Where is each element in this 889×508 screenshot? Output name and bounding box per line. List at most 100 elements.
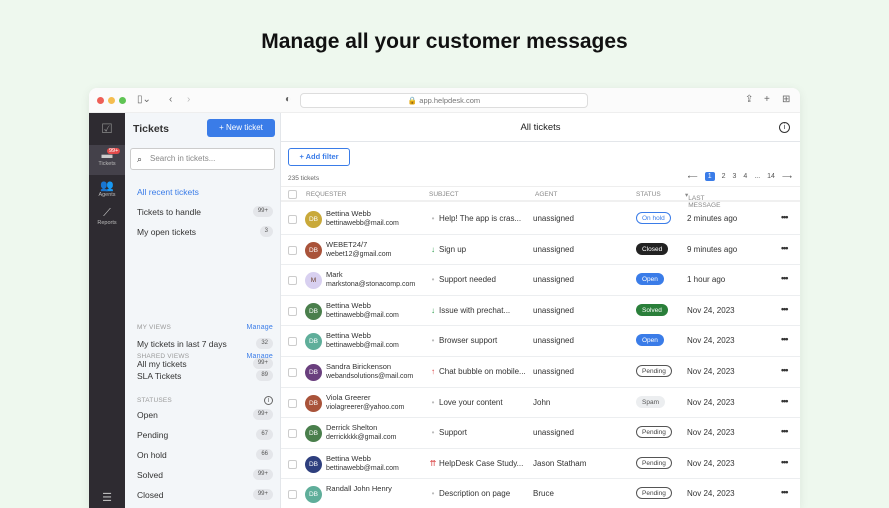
page-button[interactable]: 3 xyxy=(733,173,737,180)
more-options-icon[interactable]: ••• xyxy=(781,396,787,406)
sidebar-item-status[interactable]: Open99+ xyxy=(137,409,267,421)
table-row[interactable]: DB Bettina Webb bettinawebb@mail.com ⇈ H… xyxy=(281,449,800,480)
page-title: All tickets xyxy=(281,113,800,142)
next-page-icon[interactable]: ⟶ xyxy=(782,173,792,181)
row-checkbox[interactable] xyxy=(288,337,297,346)
address-bar[interactable]: 🔒 app.helpdesk.com xyxy=(300,93,588,108)
sidebar-item-sla[interactable]: SLA Tickets89 xyxy=(137,370,267,382)
sidebar-item-label: All recent tickets xyxy=(137,187,199,197)
row-checkbox[interactable] xyxy=(288,460,297,469)
new-ticket-button[interactable]: + New ticket xyxy=(207,119,275,137)
sidebar-item-status[interactable]: On hold66 xyxy=(137,449,267,461)
sidebar-item-status[interactable]: Pending67 xyxy=(137,429,267,441)
search-input[interactable]: ⌕Search in tickets... xyxy=(130,148,275,170)
requester-email: derrickkkk@gmail.com xyxy=(326,434,397,441)
ticket-subject[interactable]: HelpDesk Case Study... xyxy=(439,459,523,468)
sidebar-item[interactable]: My tickets in last 7 days32 xyxy=(137,338,267,350)
more-options-icon[interactable]: ••• xyxy=(781,487,787,497)
more-options-icon[interactable]: ••• xyxy=(781,426,787,436)
table-row[interactable]: DB Bettina Webb bettinawebb@mail.com ↓ I… xyxy=(281,296,800,327)
sidebar-item-status[interactable]: Solved99+ xyxy=(137,469,267,481)
row-checkbox[interactable] xyxy=(288,429,297,438)
select-all-checkbox[interactable] xyxy=(288,190,297,199)
ticket-subject[interactable]: Support xyxy=(439,428,467,437)
col-last-message[interactable]: ▾ LAST MESSAGE xyxy=(685,191,688,199)
minimize-window-button[interactable] xyxy=(108,97,115,104)
rail-item-agents[interactable]: 👥Agents xyxy=(89,179,125,198)
rail-item-reports[interactable]: ⟋Reports xyxy=(89,207,125,226)
row-checkbox[interactable] xyxy=(288,246,297,255)
back-icon[interactable]: ‹ xyxy=(169,94,172,106)
page-button[interactable]: ... xyxy=(754,173,760,180)
ticket-agent: unassigned xyxy=(533,367,574,376)
more-options-icon[interactable]: ••• xyxy=(781,304,787,314)
ticket-agent: unassigned xyxy=(533,214,574,223)
table-row[interactable]: DB Viola Greerer violagreerer@yahoo.com … xyxy=(281,388,800,419)
page-button[interactable]: 14 xyxy=(767,173,775,180)
prev-page-icon[interactable]: ⟵ xyxy=(688,173,698,181)
sidebar-item-count: 32 xyxy=(256,338,273,349)
info-icon[interactable]: i xyxy=(779,122,790,133)
manage-my-views-link[interactable]: Manage xyxy=(247,324,274,331)
new-tab-icon[interactable]: + xyxy=(764,94,770,106)
table-row[interactable]: DB Sandra Birickenson webandsolutions@ma… xyxy=(281,357,800,388)
rail-label: Tickets xyxy=(98,161,115,167)
table-row[interactable]: DB Derrick Shelton derrickkkk@gmail.com … xyxy=(281,418,800,449)
rail-item-tickets[interactable]: ▬ 99+ Tickets xyxy=(89,145,125,175)
add-filter-button[interactable]: + Add filter xyxy=(288,148,350,166)
page-button[interactable]: 1 xyxy=(705,172,715,181)
more-options-icon[interactable]: ••• xyxy=(781,273,787,283)
sidebar-item[interactable]: Tickets to handle99+ xyxy=(137,206,267,218)
ticket-subject[interactable]: Love your content xyxy=(439,398,503,407)
sidebar-item-label: My tickets in last 7 days xyxy=(137,339,227,349)
col-agent[interactable]: AGENT xyxy=(535,191,557,198)
more-options-icon[interactable]: ••• xyxy=(781,365,787,375)
more-options-icon[interactable]: ••• xyxy=(781,243,787,253)
ticket-subject[interactable]: Browser support xyxy=(439,336,497,345)
table-row[interactable]: DB Bettina Webb bettinawebb@mail.com • B… xyxy=(281,326,800,357)
ticket-subject[interactable]: Sign up xyxy=(439,245,466,254)
row-checkbox[interactable] xyxy=(288,215,297,224)
privacy-shield-icon[interactable]: ◐ xyxy=(285,94,291,106)
page-button[interactable]: 2 xyxy=(722,173,726,180)
requester-email: webet12@gmail.com xyxy=(326,251,391,258)
avatar: M xyxy=(305,272,322,289)
col-requester[interactable]: REQUESTER xyxy=(306,191,346,198)
tab-overview-icon[interactable]: ⊞ xyxy=(782,94,790,106)
ticket-subject[interactable]: Support needed xyxy=(439,275,496,284)
sidebar-toggle-icon[interactable]: ▯⌄ xyxy=(137,94,151,106)
statuses-heading: STATUSESi xyxy=(137,397,267,404)
ticket-subject[interactable]: Issue with prechat... xyxy=(439,306,510,315)
ticket-subject[interactable]: Chat bubble on mobile... xyxy=(439,367,526,376)
ticket-agent: unassigned xyxy=(533,336,574,345)
row-checkbox[interactable] xyxy=(288,368,297,377)
maximize-window-button[interactable] xyxy=(119,97,126,104)
sidebar-item-status[interactable]: Closed99+ xyxy=(137,489,267,501)
ticket-subject[interactable]: Help! The app is cras... xyxy=(439,214,521,223)
table-row[interactable]: DB Bettina Webb bettinawebb@mail.com • H… xyxy=(281,204,800,235)
priority-normal-icon: • xyxy=(429,336,437,345)
page-button[interactable]: 4 xyxy=(743,173,747,180)
row-checkbox[interactable] xyxy=(288,307,297,316)
more-options-icon[interactable]: ••• xyxy=(781,334,787,344)
statuses-info-icon[interactable]: i xyxy=(264,396,273,405)
sidebar-item[interactable]: All recent tickets xyxy=(137,186,267,198)
close-window-button[interactable] xyxy=(97,97,104,104)
sidebar-item[interactable]: My open tickets3 xyxy=(137,226,267,238)
headline: Manage all your customer messages xyxy=(0,30,889,54)
table-row[interactable]: M Mark markstona@stonacomp.com • Support… xyxy=(281,265,800,296)
ticket-subject[interactable]: Description on page xyxy=(439,489,510,498)
row-checkbox[interactable] xyxy=(288,399,297,408)
row-checkbox[interactable] xyxy=(288,276,297,285)
sidebar-item[interactable]: All my tickets99+ xyxy=(137,358,267,370)
more-options-icon[interactable]: ••• xyxy=(781,212,787,222)
col-status[interactable]: STATUS xyxy=(636,191,661,198)
row-checkbox[interactable] xyxy=(288,490,297,499)
forward-icon[interactable]: › xyxy=(187,94,190,106)
share-icon[interactable]: ⇪ xyxy=(745,94,753,106)
col-subject[interactable]: SUBJECT xyxy=(429,191,459,198)
table-row[interactable]: DB Randall John Henry • Description on p… xyxy=(281,479,800,508)
menu-icon[interactable]: ☰ xyxy=(89,491,125,504)
more-options-icon[interactable]: ••• xyxy=(781,457,787,467)
table-row[interactable]: DB WEBET24/7 webet12@gmail.com ↓ Sign up… xyxy=(281,235,800,266)
